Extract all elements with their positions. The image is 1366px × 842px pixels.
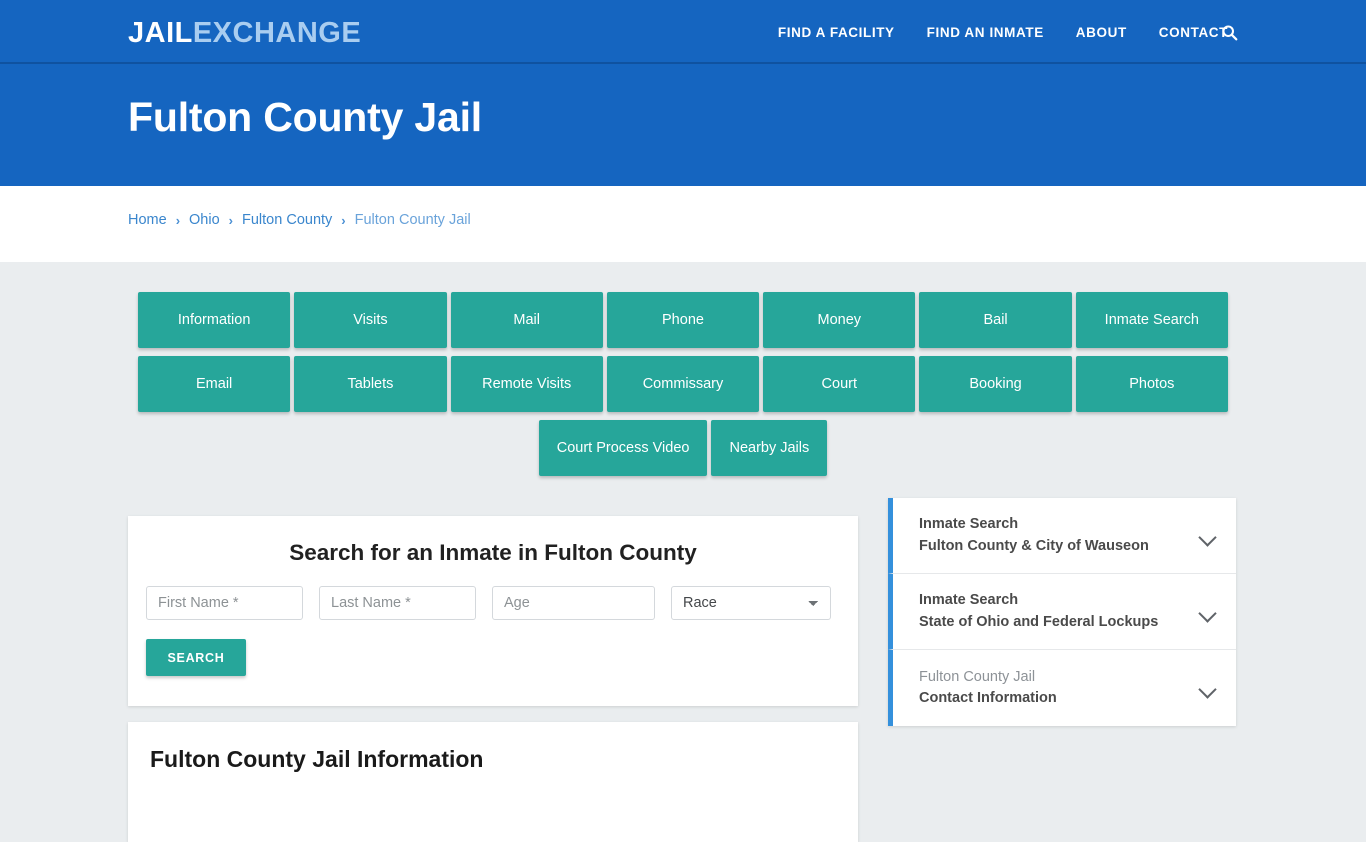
logo-text-secondary: EXCHANGE: [192, 17, 362, 49]
button-row-2: Email Tablets Remote Visits Commissary C…: [138, 356, 1228, 412]
breadcrumb-item-ohio[interactable]: Ohio: [189, 212, 220, 228]
section-button-email[interactable]: Email: [138, 356, 291, 412]
section-button-commissary[interactable]: Commissary: [606, 356, 760, 412]
nav-search-button[interactable]: [1221, 0, 1238, 64]
section-button-booking[interactable]: Booking: [919, 356, 1072, 412]
nav-item-about[interactable]: ABOUT: [1076, 25, 1127, 40]
nav-item-find-an-inmate[interactable]: FIND AN INMATE: [927, 25, 1044, 40]
breadcrumb-item-fulton-county[interactable]: Fulton County: [242, 212, 332, 228]
facility-section-buttons: Information Visits Mail Phone Money Bail…: [138, 292, 1228, 484]
section-button-information[interactable]: Information: [138, 292, 291, 348]
section-button-money[interactable]: Money: [763, 292, 916, 348]
section-button-court[interactable]: Court: [763, 356, 916, 412]
section-button-bail[interactable]: Bail: [919, 292, 1072, 348]
button-row-1: Information Visits Mail Phone Money Bail…: [138, 292, 1228, 348]
inmate-search-heading: Search for an Inmate in Fulton County: [289, 540, 697, 565]
hero-banner: Fulton County Jail: [0, 64, 1366, 186]
section-button-mail[interactable]: Mail: [450, 292, 603, 348]
accordion-item-inmate-search-state[interactable]: Inmate Search State of Ohio and Federal …: [888, 574, 1236, 650]
breadcrumb-bar: Home › Ohio › Fulton County › Fulton Cou…: [0, 186, 1366, 262]
nav-item-find-a-facility[interactable]: FIND A FACILITY: [778, 25, 895, 40]
accordion-item-inmate-search-county[interactable]: Inmate Search Fulton County & City of Wa…: [888, 498, 1236, 574]
inmate-search-fields: Race: [128, 586, 858, 620]
accordion-title-line1: Inmate Search: [919, 516, 1019, 533]
jail-information-card: Fulton County Jail Information: [128, 722, 858, 842]
section-button-tablets[interactable]: Tablets: [294, 356, 447, 412]
accordion-title-line2: State of Ohio and Federal Lockups: [919, 613, 1159, 630]
breadcrumb-chevron-icon: ›: [341, 212, 346, 228]
main-nav-links: FIND A FACILITY FIND AN INMATE ABOUT CON…: [778, 0, 1228, 64]
jail-information-heading: Fulton County Jail Information: [150, 746, 484, 772]
accordion-item-contact-information[interactable]: Fulton County Jail Contact Information: [888, 650, 1236, 726]
chevron-down-icon: [1198, 603, 1217, 623]
breadcrumb: Home › Ohio › Fulton County › Fulton Cou…: [128, 212, 471, 228]
breadcrumb-item-current: Fulton County Jail: [354, 212, 471, 228]
section-button-inmate-search[interactable]: Inmate Search: [1075, 292, 1228, 348]
accordion-title-line2: Contact Information: [919, 690, 1057, 706]
race-select[interactable]: Race: [671, 586, 831, 620]
section-button-remote-visits[interactable]: Remote Visits: [450, 356, 603, 412]
breadcrumb-item-home[interactable]: Home: [128, 212, 167, 228]
age-input[interactable]: [492, 586, 655, 620]
inmate-search-card: Search for an Inmate in Fulton County Ra…: [128, 516, 858, 706]
nav-item-contact[interactable]: CONTACT: [1159, 25, 1228, 40]
breadcrumb-chevron-icon: ›: [228, 212, 234, 228]
site-logo[interactable]: JAILEXCHANGE: [128, 17, 361, 50]
section-button-nearby-jails[interactable]: Nearby Jails: [711, 420, 828, 476]
first-name-input[interactable]: [146, 586, 303, 620]
button-row-3: Court Process Video Nearby Jails: [138, 420, 1228, 476]
section-button-photos[interactable]: Photos: [1075, 356, 1228, 412]
top-navigation-bar: JAILEXCHANGE FIND A FACILITY FIND AN INM…: [0, 0, 1366, 64]
breadcrumb-chevron-icon: ›: [175, 212, 181, 228]
chevron-down-icon: [1198, 680, 1217, 699]
page-title: Fulton County Jail: [128, 94, 482, 140]
section-button-phone[interactable]: Phone: [606, 292, 760, 348]
section-button-court-process-video[interactable]: Court Process Video: [538, 420, 708, 476]
sidebar-accordion: Inmate Search Fulton County & City of Wa…: [888, 498, 1236, 726]
search-submit-button[interactable]: SEARCH: [146, 639, 246, 676]
last-name-input[interactable]: [319, 586, 476, 620]
accordion-title-line1: Inmate Search: [919, 592, 1019, 609]
logo-text-primary: JAIL: [128, 17, 193, 49]
accordion-title-line2: Fulton County & City of Wauseon: [919, 537, 1149, 554]
accordion-title-line1: Fulton County Jail: [919, 668, 1036, 685]
search-icon: [1222, 24, 1238, 40]
chevron-down-icon: [1198, 527, 1217, 547]
section-button-visits[interactable]: Visits: [294, 292, 447, 348]
